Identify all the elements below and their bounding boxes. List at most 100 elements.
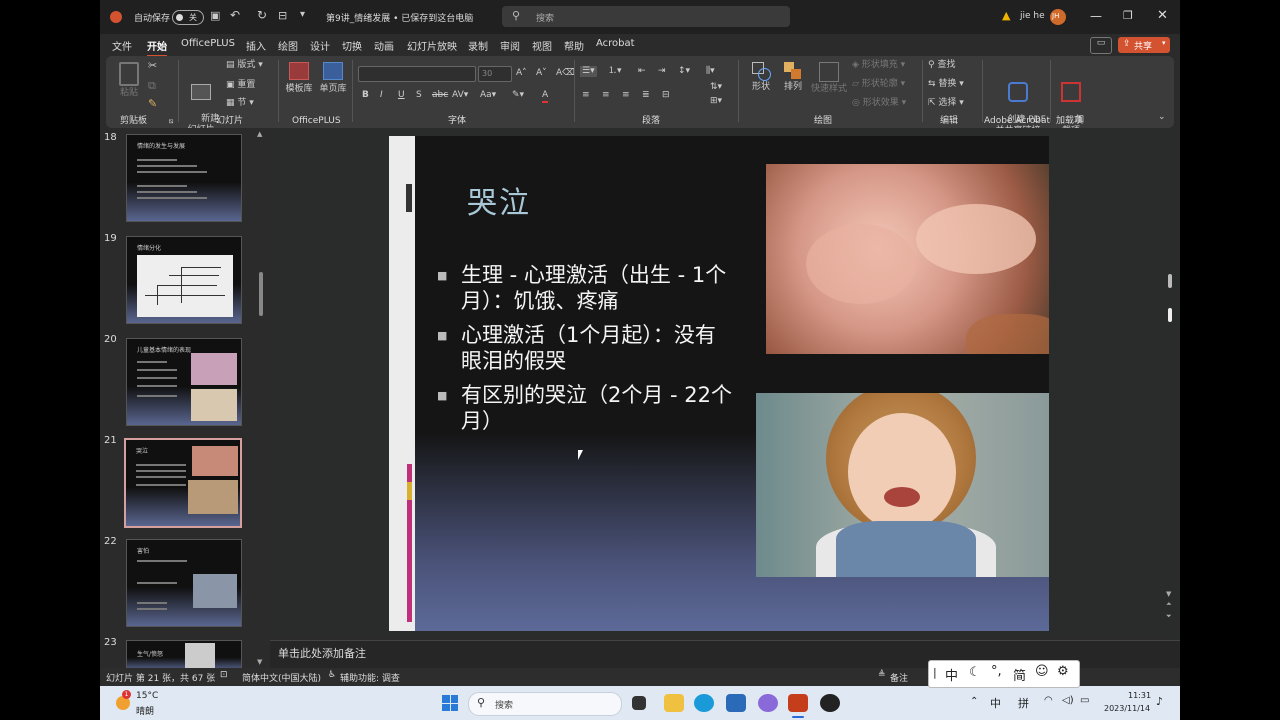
- scroll-down-icon[interactable]: ▼: [257, 658, 262, 666]
- moon-icon[interactable]: ☾: [969, 665, 981, 680]
- minimize-icon[interactable]: —: [1090, 9, 1102, 23]
- tab-design[interactable]: 设计: [310, 38, 330, 53]
- volume-icon[interactable]: ◁): [1062, 695, 1074, 706]
- notes-icon[interactable]: ≜: [878, 670, 886, 680]
- weather-desc[interactable]: 晴朗: [136, 704, 154, 717]
- share-button[interactable]: ⇪ 共享 ▾: [1118, 37, 1170, 53]
- media-player-icon[interactable]: [820, 694, 840, 712]
- notes-button[interactable]: 备注: [890, 671, 908, 684]
- copilot-icon[interactable]: [758, 694, 778, 712]
- battery-icon[interactable]: ▭: [1080, 695, 1089, 706]
- restore-icon[interactable]: ❐: [1123, 9, 1133, 22]
- undo-icon[interactable]: ↶: [230, 8, 240, 22]
- bold-icon[interactable]: B: [362, 90, 369, 101]
- tab-review[interactable]: 审阅: [500, 38, 520, 53]
- slide-thumb-21[interactable]: 哭泣: [124, 438, 242, 528]
- layout-button[interactable]: ▤ 版式 ▾: [226, 60, 263, 71]
- dialog-launcher-icon[interactable]: ⧅: [169, 116, 173, 127]
- show-hidden-icons-icon[interactable]: ⌃: [970, 696, 978, 707]
- tab-draw[interactable]: 绘图: [278, 38, 298, 53]
- current-slide[interactable]: 哭泣 ■ 生理 - 心理激活（出生 - 1个月）：饥饿、疼痛 ■ 心理激活（1个…: [389, 136, 1049, 631]
- quick-styles-button[interactable]: 快速样式: [810, 62, 848, 95]
- notes-placeholder[interactable]: 单击此处添加备注: [278, 645, 366, 661]
- bullet-list[interactable]: ■ 生理 - 心理激活（出生 - 1个月）：饥饿、疼痛 ■ 心理激活（1个月起）…: [435, 262, 735, 434]
- text-direction-icon[interactable]: ⇅▾: [710, 82, 722, 93]
- align-right-icon[interactable]: ≡: [622, 90, 630, 101]
- shape-effects-button[interactable]: ◎ 形状效果 ▾: [852, 98, 906, 109]
- scroll-down-icon[interactable]: ▼: [1166, 590, 1171, 598]
- ime-chinese-mode[interactable]: 中: [945, 665, 958, 684]
- font-color-icon[interactable]: A: [542, 90, 549, 103]
- distribute-icon[interactable]: ⊟: [662, 90, 670, 101]
- crying-child-photo[interactable]: [756, 393, 1049, 577]
- shape-fill-button[interactable]: ◈ 形状填充 ▾: [852, 60, 905, 71]
- ime-pinyin[interactable]: 拼: [1018, 695, 1029, 711]
- user-name[interactable]: jie he: [1020, 11, 1045, 21]
- canvas-scrollbar[interactable]: ▼ ⏶ ⏷: [1166, 258, 1176, 628]
- start-windows-icon[interactable]: [442, 695, 458, 711]
- tab-slideshow[interactable]: 幻灯片放映: [407, 38, 457, 53]
- font-name-dropdown[interactable]: [358, 66, 476, 82]
- next-slide-icon[interactable]: ⏷: [1166, 612, 1172, 621]
- decrease-font-icon[interactable]: A˅: [536, 68, 547, 79]
- slide-thumb-18[interactable]: 情绪的发生与发展: [126, 134, 242, 222]
- ime-simplified[interactable]: 简: [1013, 665, 1026, 684]
- strikethrough-icon[interactable]: abc: [432, 90, 448, 101]
- single-lib-button[interactable]: 单页库: [318, 62, 348, 95]
- language-status[interactable]: 简体中文(中国大陆): [242, 671, 321, 684]
- increase-font-icon[interactable]: A˄: [516, 68, 527, 79]
- tab-help[interactable]: 帮助: [564, 38, 584, 53]
- file-explorer-icon[interactable]: [664, 694, 684, 712]
- wifi-icon[interactable]: ◠: [1044, 695, 1053, 706]
- scroll-thumb[interactable]: [259, 272, 263, 316]
- save-icon[interactable]: ▣: [210, 9, 220, 22]
- tab-acrobat[interactable]: Acrobat: [596, 38, 635, 49]
- slide-thumb-22[interactable]: 害怕: [126, 539, 242, 627]
- tab-insert[interactable]: 插入: [246, 38, 266, 53]
- hands-photo[interactable]: [766, 164, 1049, 354]
- arrange-button[interactable]: 排列: [778, 62, 808, 93]
- user-avatar[interactable]: JH: [1050, 9, 1066, 25]
- gear-icon[interactable]: ⚙: [1057, 664, 1069, 679]
- columns-icon[interactable]: ⫼▾: [706, 66, 715, 77]
- slide-thumb-20[interactable]: 儿童基本情绪的表现: [126, 338, 242, 426]
- replace-button[interactable]: ⇆ 替换 ▾: [928, 79, 964, 90]
- align-center-icon[interactable]: ≡: [602, 90, 610, 101]
- redo-icon[interactable]: ↻: [257, 8, 267, 22]
- slide-counter[interactable]: 幻灯片 第 21 张，共 67 张: [106, 671, 215, 684]
- notification-bell-icon[interactable]: ♪: [1156, 695, 1163, 708]
- warning-icon[interactable]: ▲: [1002, 9, 1010, 22]
- scroll-thumb[interactable]: [1168, 274, 1172, 288]
- prev-slide-icon[interactable]: ⏶: [1166, 600, 1172, 609]
- align-text-icon[interactable]: ⊞▾: [710, 96, 722, 107]
- clock-date[interactable]: 2023/11/14: [1104, 704, 1150, 713]
- format-painter-icon[interactable]: ✎: [148, 98, 157, 109]
- template-lib-button[interactable]: 模板库: [284, 62, 314, 95]
- taskview-icon[interactable]: [632, 696, 646, 710]
- present-icon[interactable]: ⊟: [278, 9, 287, 22]
- reset-button[interactable]: ▣ 重置: [226, 80, 255, 91]
- collapse-ribbon-icon[interactable]: ⌄: [1158, 112, 1166, 123]
- tab-record[interactable]: 录制: [468, 38, 488, 53]
- numbering-icon[interactable]: ⒈▾: [608, 66, 622, 77]
- ime-mode[interactable]: 中: [990, 695, 1001, 711]
- thumb-scrollbar[interactable]: ▲ ▼: [257, 130, 264, 666]
- shadow-icon[interactable]: S: [416, 90, 422, 101]
- section-button[interactable]: ▦ 节 ▾: [226, 98, 254, 109]
- increase-indent-icon[interactable]: ⇥: [658, 66, 666, 77]
- ime-handle-icon[interactable]: |: [933, 666, 937, 679]
- accessibility-status[interactable]: 辅助功能: 调查: [340, 671, 400, 684]
- change-case-icon[interactable]: Aa▾: [480, 90, 496, 101]
- slide-thumb-19[interactable]: 情绪分化: [126, 236, 242, 324]
- cut-icon[interactable]: ✂: [148, 60, 157, 71]
- search-box[interactable]: ⚲ 搜索: [502, 6, 790, 27]
- decrease-indent-icon[interactable]: ⇤: [638, 66, 646, 77]
- weather-temp[interactable]: 15°C: [136, 691, 158, 701]
- close-icon[interactable]: ✕: [1157, 8, 1168, 23]
- customize-qat-icon[interactable]: ▾: [300, 9, 305, 20]
- bullets-icon[interactable]: ☰▾: [580, 66, 597, 77]
- find-button[interactable]: ⚲ 查找: [928, 60, 955, 71]
- copy-icon[interactable]: ⧉: [148, 80, 156, 91]
- scroll-up-icon[interactable]: ▲: [257, 130, 262, 138]
- punctuation-icon[interactable]: °,: [991, 664, 1002, 679]
